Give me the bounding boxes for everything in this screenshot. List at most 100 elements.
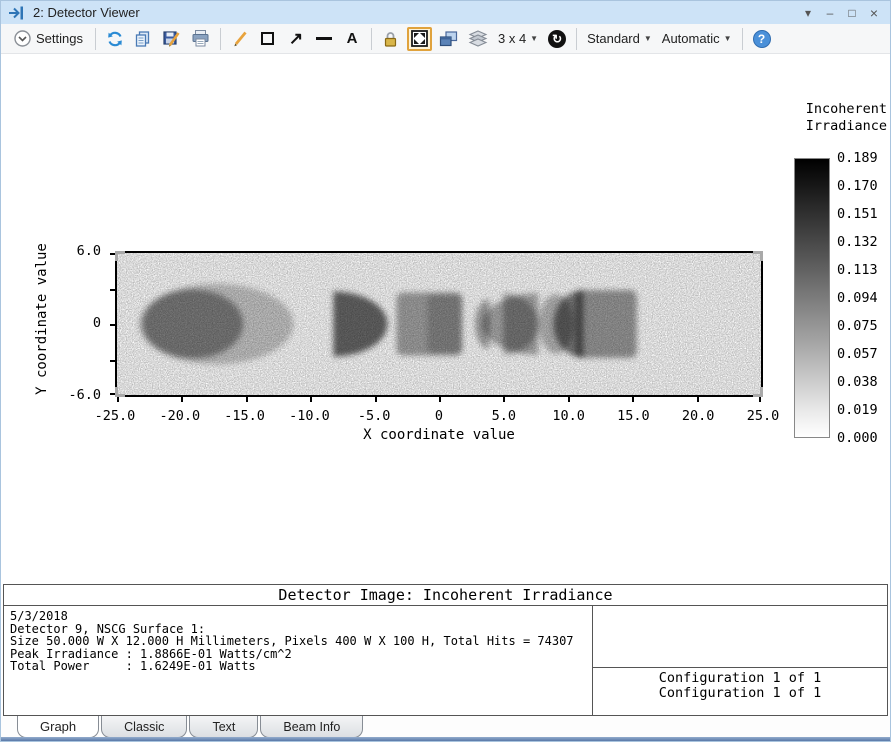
- line-icon: [316, 37, 332, 40]
- title-bar: 2: Detector Viewer ▾ – □ ×: [1, 1, 890, 24]
- help-icon: ?: [753, 30, 771, 48]
- separator: [371, 28, 372, 50]
- info-line: Total Power : 1.6249E-01 Watts: [10, 660, 586, 673]
- colorbar-tick-label: 0.132: [837, 234, 887, 250]
- colorbar-gradient: [794, 158, 830, 438]
- x-tick-mark: [759, 397, 761, 402]
- save-icon: [162, 29, 181, 48]
- y-tick-mark: [110, 324, 115, 326]
- frame-corner: [753, 387, 763, 397]
- detector-image: [117, 253, 761, 395]
- copy-button[interactable]: [131, 27, 155, 51]
- standard-dropdown[interactable]: Standard ▼: [582, 31, 657, 46]
- info-line: 5/3/2018: [10, 610, 586, 623]
- layers-icon: [468, 30, 488, 48]
- colorbar-tick-label: 0.113: [837, 262, 887, 278]
- y-tick-label: -6.0: [41, 387, 101, 403]
- x-tick-mark: [310, 397, 312, 402]
- arrow-icon: ↗: [289, 30, 303, 47]
- detector-image-title: Detector Image: Incoherent Irradiance: [4, 585, 887, 606]
- colorbar-tick-label: 0.189: [837, 150, 887, 166]
- detector-viewer-icon: [7, 5, 27, 21]
- window-menu-button[interactable]: ▾: [798, 3, 818, 23]
- pencil-tool-button[interactable]: [228, 27, 252, 51]
- detector-viewer-window: 2: Detector Viewer ▾ – □ × Settings: [0, 0, 891, 742]
- x-tick-mark: [697, 397, 699, 402]
- window-bottom-strip: [1, 737, 890, 742]
- tab-graph[interactable]: Graph: [17, 716, 99, 738]
- fit-window-button[interactable]: [407, 27, 432, 51]
- save-button[interactable]: [159, 27, 184, 51]
- info-panel: Detector Image: Incoherent Irradiance 5/…: [3, 584, 888, 716]
- frame-corner: [115, 387, 125, 397]
- fit-window-icon: [411, 30, 428, 47]
- text-icon: A: [347, 30, 358, 47]
- layers-button[interactable]: [465, 27, 491, 51]
- maximize-button[interactable]: □: [842, 3, 862, 23]
- colorbar-tick-label: 0.075: [837, 318, 887, 334]
- colorbar-title-line2: Irradiance: [761, 118, 887, 135]
- colorbar-tick-label: 0.094: [837, 290, 887, 306]
- active-window-button[interactable]: [436, 27, 461, 51]
- lock-icon: [382, 30, 399, 48]
- automatic-dropdown[interactable]: Automatic ▼: [657, 31, 737, 46]
- colorbar-title-line1: Incoherent: [761, 101, 887, 118]
- x-tick-mark: [632, 397, 634, 402]
- info-line: Size 50.000 W X 12.000 H Millimeters, Pi…: [10, 635, 586, 648]
- auto-update-button[interactable]: ↻: [545, 27, 569, 51]
- x-tick-label: -25.0: [83, 408, 147, 424]
- minimize-button[interactable]: –: [820, 3, 840, 23]
- colorbar-tick-label: 0.151: [837, 206, 887, 222]
- x-tick-mark: [246, 397, 248, 402]
- plot-area: Incoherent Irradiance 0.189 0.170 0.151 0.1…: [1, 54, 891, 584]
- grid-size-label: 3 x 4: [498, 31, 526, 46]
- x-tick-label: -20.0: [148, 408, 212, 424]
- detector-info-text: 5/3/2018Detector 9, NSCG Surface 1:Size …: [4, 606, 592, 715]
- plot-frame: [115, 251, 763, 397]
- frame-corner: [753, 251, 763, 261]
- x-tick-label: 20.0: [666, 408, 730, 424]
- tab-beam-info[interactable]: Beam Info: [260, 716, 363, 738]
- x-tick-mark: [568, 397, 570, 402]
- x-tick-label: 25.0: [731, 408, 795, 424]
- help-button[interactable]: ?: [750, 27, 774, 51]
- caret-down-icon: ▼: [724, 34, 732, 43]
- frame-corner: [115, 251, 125, 261]
- tab-classic[interactable]: Classic: [101, 716, 187, 738]
- caret-down-icon: ▼: [644, 34, 652, 43]
- configuration-text: Configuration 1 of 1Configuration 1 of 1: [593, 668, 887, 701]
- standard-label: Standard: [587, 31, 640, 46]
- x-tick-mark: [503, 397, 505, 402]
- rectangle-tool-button[interactable]: [256, 27, 280, 51]
- colorbar-tick-label: 0.000: [837, 430, 887, 446]
- window-title: 2: Detector Viewer: [33, 5, 140, 20]
- settings-button[interactable]: Settings: [9, 27, 88, 51]
- automatic-label: Automatic: [662, 31, 720, 46]
- x-tick-label: -15.0: [213, 408, 277, 424]
- auto-update-icon: ↻: [548, 30, 566, 48]
- text-tool-button[interactable]: A: [340, 27, 364, 51]
- configuration-line: Configuration 1 of 1: [593, 671, 887, 686]
- y-tick-mark: [110, 393, 115, 395]
- settings-label: Settings: [36, 31, 83, 46]
- print-button[interactable]: [188, 27, 213, 51]
- line-tool-button[interactable]: [312, 27, 336, 51]
- configuration-line: Configuration 1 of 1: [593, 686, 887, 701]
- pencil-icon: [231, 30, 249, 48]
- colorbar-tick-label: 0.170: [837, 178, 887, 194]
- refresh-button[interactable]: [103, 27, 127, 51]
- lock-button[interactable]: [379, 27, 403, 51]
- colorbar-tick-label: 0.038: [837, 374, 887, 390]
- grid-size-dropdown[interactable]: 3 x 4 ▼: [493, 31, 543, 46]
- x-tick-label: 10.0: [537, 408, 601, 424]
- arrow-tool-button[interactable]: ↗: [284, 27, 308, 51]
- colorbar-tick-label: 0.057: [837, 346, 887, 362]
- rectangle-icon: [261, 32, 274, 45]
- tab-text[interactable]: Text: [189, 716, 258, 738]
- y-tick-label: 6.0: [41, 243, 101, 259]
- x-tick-mark: [375, 397, 377, 402]
- chevron-down-circle-icon: [14, 30, 31, 47]
- x-tick-label: 5.0: [472, 408, 536, 424]
- close-button[interactable]: ×: [864, 3, 884, 23]
- colorbar-tick-label: 0.019: [837, 402, 887, 418]
